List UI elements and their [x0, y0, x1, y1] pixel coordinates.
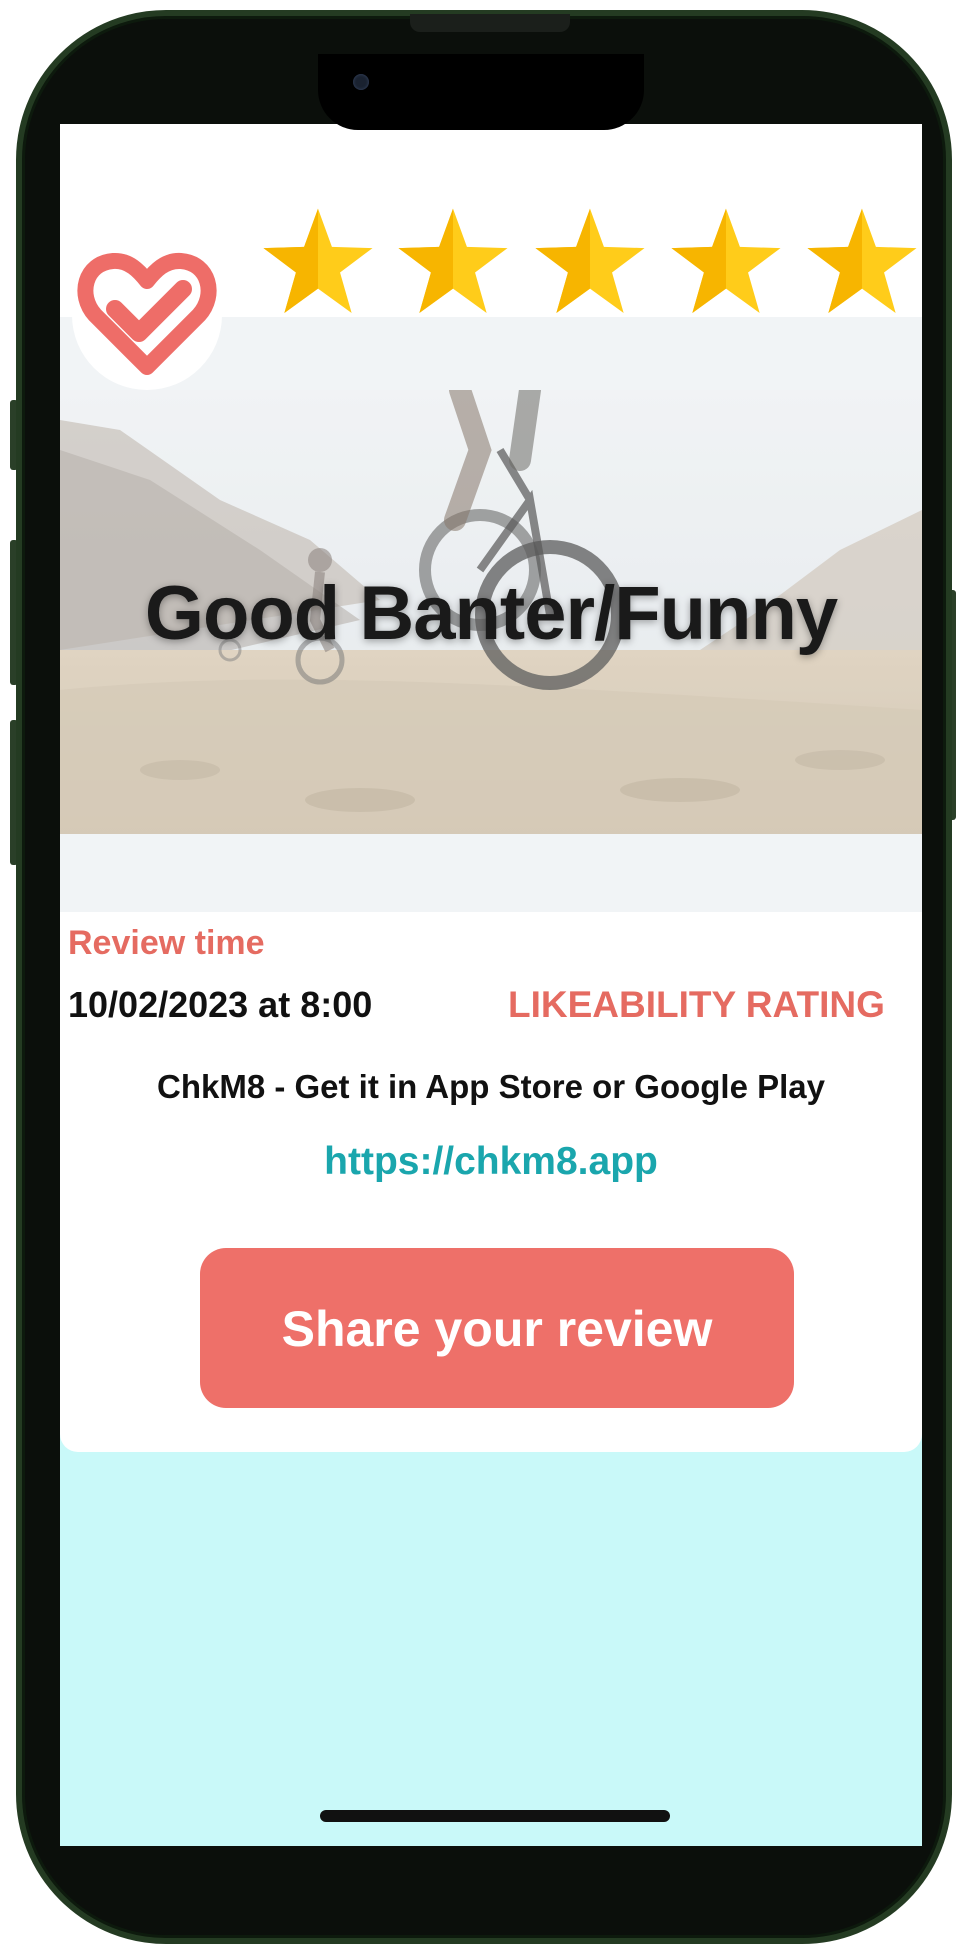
banner-title: Good Banter/Funny	[144, 571, 838, 656]
star-icon	[532, 204, 648, 320]
review-time-label: Review time	[68, 924, 265, 962]
heart-check-icon	[77, 253, 217, 375]
notch	[318, 54, 644, 130]
speaker-grille	[410, 14, 570, 32]
banner-image: Good Banter/Funny	[60, 390, 922, 834]
star-rating	[260, 204, 922, 320]
heart-check-badge	[72, 240, 222, 390]
likeability-rating-label: LIKEABILITY RATING	[508, 984, 885, 1025]
star-icon	[668, 204, 784, 320]
phone-screen: Good Banter/Funny Review time 10/02/2023…	[60, 124, 922, 1846]
camera-icon	[353, 74, 369, 90]
share-review-button[interactable]: Share your review	[200, 1248, 794, 1408]
app-link[interactable]: https://chkm8.app	[60, 1140, 922, 1184]
review-time-value: 10/02/2023 at 8:00	[68, 984, 373, 1025]
star-icon	[260, 204, 376, 320]
home-indicator[interactable]	[320, 1810, 670, 1822]
star-icon	[804, 204, 920, 320]
star-icon	[395, 204, 511, 320]
promo-text: ChkM8 - Get it in App Store or Google Pl…	[156, 1068, 825, 1105]
